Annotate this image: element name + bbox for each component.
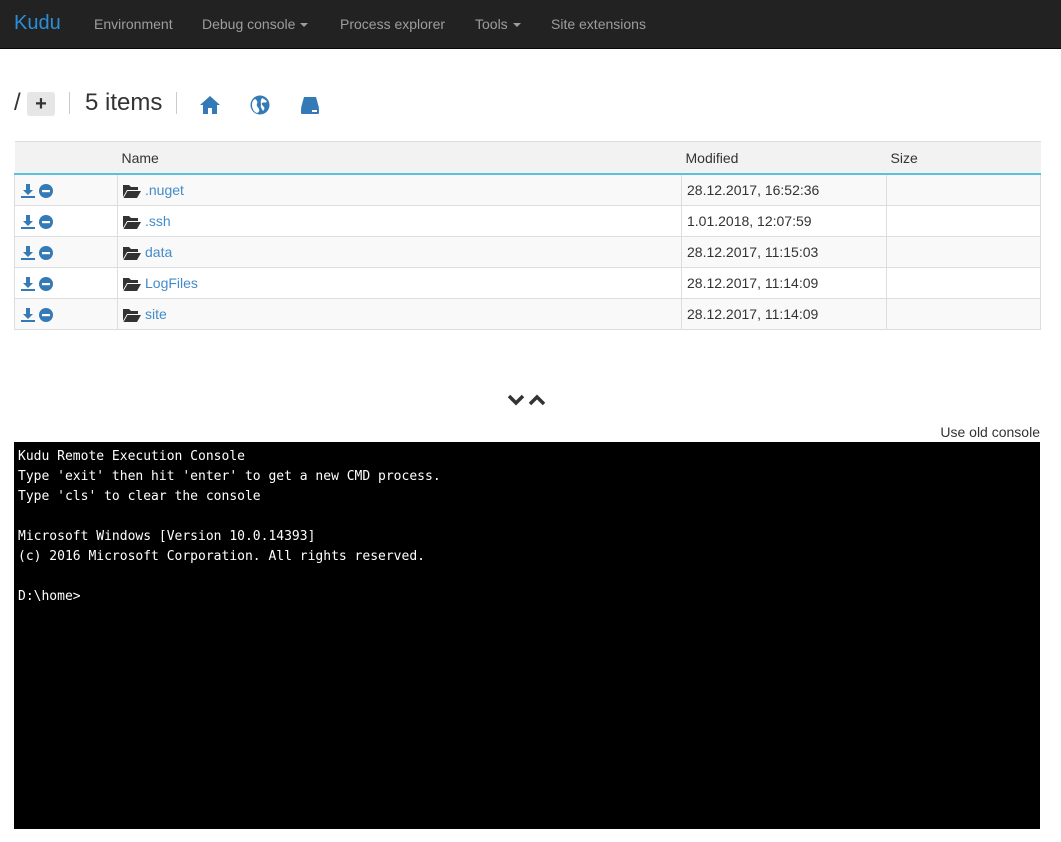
path-separator [176,92,177,114]
top-navbar: Kudu Environment Debug console Process e… [0,0,1061,49]
size-cell [886,236,1041,268]
console-line: (c) 2016 Microsoft Corporation. All righ… [18,549,425,564]
folder-link[interactable]: data [145,244,172,260]
brand-logo[interactable]: Kudu [14,11,61,35]
header-modified[interactable]: Modified [681,141,887,175]
download-icon[interactable] [21,308,35,323]
chevron-down-icon[interactable] [507,392,525,408]
row-actions [14,173,118,206]
header-size-label: Size [890,149,918,166]
name-cell: site [117,298,682,330]
table-row: .ssh 1.01.2018, 12:07:59 [14,205,1041,237]
globe-icon[interactable] [249,94,271,116]
delete-icon[interactable] [38,215,53,230]
table-header-row: Name Modified Size [14,141,1041,175]
download-icon[interactable] [21,215,35,230]
nav-site-extensions-label: Site extensions [551,16,646,32]
size-cell [886,298,1041,330]
add-new-button[interactable]: + [27,92,55,116]
size-cell [886,173,1041,206]
folder-link[interactable]: .nuget [145,182,184,198]
brand-mark: Kudu [14,12,61,34]
folder-link[interactable]: .ssh [145,213,171,229]
name-cell: .nuget [117,173,682,206]
items-count: 5 items [85,89,163,116]
download-icon[interactable] [21,184,35,199]
name-cell: data [117,236,682,268]
table-row: site 28.12.2017, 11:14:09 [14,298,1041,330]
file-table: Name Modified Size .nuget 28.12.2017, 16… [14,141,1041,330]
modified-cell: 28.12.2017, 11:15:03 [681,236,887,268]
modified-cell: 28.12.2017, 11:14:09 [681,298,887,330]
folder-open-icon [123,216,141,230]
caret-down-icon [512,23,521,28]
delete-icon[interactable] [38,308,53,323]
nav-environment[interactable]: Environment [94,15,173,33]
chevron-up-icon[interactable] [528,392,546,408]
panel-resizer [507,392,547,410]
console-line: Microsoft Windows [Version 10.0.14393] [18,529,316,544]
folder-open-icon [123,247,141,261]
row-actions [14,298,118,330]
header-size[interactable]: Size [886,141,1041,175]
row-actions [14,267,118,299]
console-prompt[interactable]: D:\home> [18,587,1036,607]
row-actions [14,205,118,237]
nav-site-extensions[interactable]: Site extensions [551,15,646,33]
folder-link[interactable]: LogFiles [145,275,198,291]
console-line: Kudu Remote Execution Console [18,449,245,464]
modified-cell: 28.12.2017, 16:52:36 [681,173,887,206]
header-modified-label: Modified [685,149,739,166]
path-root-link[interactable]: / [14,88,21,118]
name-cell: .ssh [117,205,682,237]
modified-cell: 1.01.2018, 12:07:59 [681,205,887,237]
download-icon[interactable] [21,246,35,261]
nav-debug-console[interactable]: Debug console [202,15,309,33]
path-bar: / + 5 items [14,88,614,120]
console-terminal[interactable]: Kudu Remote Execution Console Type 'exit… [14,442,1040,829]
delete-icon[interactable] [38,277,53,292]
modified-cell: 28.12.2017, 11:14:09 [681,267,887,299]
nav-environment-label: Environment [94,16,173,32]
folder-open-icon [123,309,141,323]
header-name-label: Name [121,149,159,166]
console-line: Type 'exit' then hit 'enter' to get a ne… [18,469,441,484]
folder-open-icon [123,278,141,292]
name-cell: LogFiles [117,267,682,299]
nav-process-explorer[interactable]: Process explorer [340,15,445,33]
delete-icon[interactable] [38,184,53,199]
folder-open-icon [123,185,141,199]
row-actions [14,236,118,268]
folder-link[interactable]: site [145,306,167,322]
use-old-console-link[interactable]: Use old console [940,424,1040,440]
nav-debug-console-label: Debug console [202,16,296,32]
table-row: .nuget 28.12.2017, 16:52:36 [14,173,1041,206]
download-icon[interactable] [21,277,35,292]
console-line: Type 'cls' to clear the console [18,489,261,504]
header-actions [14,141,118,175]
size-cell [886,205,1041,237]
nav-process-explorer-label: Process explorer [340,16,446,32]
size-cell [886,267,1041,299]
delete-icon[interactable] [38,246,53,261]
nav-tools[interactable]: Tools [475,15,521,33]
header-name[interactable]: Name [117,141,682,175]
path-separator [69,92,70,114]
table-row: LogFiles 28.12.2017, 11:14:09 [14,267,1041,299]
caret-down-icon [300,23,309,28]
drive-icon[interactable] [299,94,321,116]
home-icon[interactable] [199,94,221,116]
table-row: data 28.12.2017, 11:15:03 [14,236,1041,268]
nav-tools-label: Tools [475,16,508,32]
